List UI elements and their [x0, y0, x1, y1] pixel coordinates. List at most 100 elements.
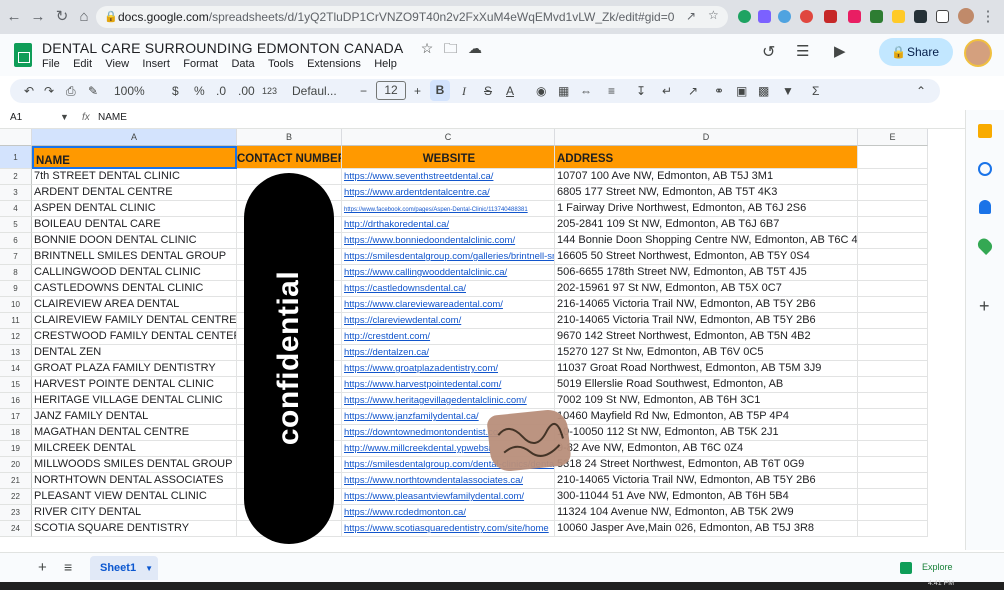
table-cell[interactable]: 11324 104 Avenue NW, Edmonton, AB T5K 2W… [555, 505, 858, 521]
meet-icon[interactable]: ▶ [834, 42, 846, 60]
empty-cell[interactable] [858, 265, 928, 281]
empty-cell[interactable] [858, 201, 928, 217]
website-link[interactable]: http://www.millcreekdental.ypwebsi [344, 443, 491, 454]
row-header[interactable]: 11 [0, 313, 32, 329]
column-header-c[interactable]: C [342, 129, 555, 146]
table-cell[interactable]: 7th STREET DENTAL CLINIC [32, 169, 237, 185]
column-header-e[interactable]: E [858, 129, 928, 146]
font-size-increase-icon[interactable]: + [414, 83, 421, 99]
table-cell[interactable]: 210-14065 Victoria Trail NW, Edmonton, A… [555, 313, 858, 329]
empty-cell[interactable] [858, 425, 928, 441]
align-icon[interactable]: ≡ [608, 83, 615, 99]
extension-icon[interactable] [892, 10, 905, 23]
menu-data[interactable]: Data [231, 58, 254, 70]
all-sheets-icon[interactable]: ≡ [64, 559, 72, 575]
sheet-tab-menu-icon[interactable]: ▼ [145, 564, 153, 573]
table-cell[interactable]: https://www.northtowndentalassociates.ca… [342, 473, 555, 489]
italic-icon[interactable]: I [462, 83, 466, 99]
table-cell[interactable]: 202-15961 97 St NW, Edmonton, AB T5X 0C7 [555, 281, 858, 297]
table-cell[interactable]: 10060 Jasper Ave,Main 026, Edmonton, AB … [555, 521, 858, 537]
extension-icon[interactable] [848, 10, 861, 23]
bookmark-star-icon[interactable]: ☆ [708, 8, 719, 22]
empty-cell[interactable] [858, 146, 928, 169]
sheet-tab[interactable]: Sheet1 ▼ [90, 556, 158, 580]
table-cell[interactable]: 1 Fairway Drive Northwest, Edmonton, AB … [555, 201, 858, 217]
row-header[interactable]: 21 [0, 473, 32, 489]
empty-cell[interactable] [858, 361, 928, 377]
address-bar[interactable]: 🔒 docs.google.com/spreadsheets/d/1yQ2Tlu… [96, 6, 728, 28]
empty-cell[interactable] [858, 329, 928, 345]
font-select[interactable]: Defaul... [292, 83, 337, 99]
table-cell[interactable]: CASTLEDOWNS DENTAL CLINIC [32, 281, 237, 297]
table-cell[interactable]: https://www.clareviewareadental.com/ [342, 297, 555, 313]
table-cell[interactable]: SCOTIA SQUARE DENTISTRY [32, 521, 237, 537]
more-icon[interactable]: ⋮ [980, 9, 996, 25]
add-addon-icon[interactable]: + [979, 296, 990, 317]
website-link[interactable]: http://crestdent.com/ [344, 331, 430, 342]
website-link[interactable]: https://www.janzfamilydental.ca/ [344, 411, 479, 422]
table-cell[interactable]: 5318 24 Street Northwest, Edmonton, AB T… [555, 457, 858, 473]
empty-cell[interactable] [858, 473, 928, 489]
table-cell[interactable]: 10-10050 112 St NW, Edmonton, AB T5K 2J1 [555, 425, 858, 441]
borders-icon[interactable]: ▦ [558, 83, 569, 99]
font-size-decrease-icon[interactable]: − [360, 83, 367, 99]
empty-cell[interactable] [858, 281, 928, 297]
table-cell[interactable]: https://clareviewdental.com/ [342, 313, 555, 329]
table-cell[interactable]: PLEASANT VIEW DENTAL CLINIC [32, 489, 237, 505]
website-link[interactable]: https://castledownsdental.ca/ [344, 283, 466, 294]
vertical-align-icon[interactable]: ↧ [636, 83, 646, 99]
empty-cell[interactable] [858, 457, 928, 473]
table-cell[interactable]: 210-14065 Victoria Trail NW, Edmonton, A… [555, 473, 858, 489]
functions-icon[interactable]: Σ [812, 83, 819, 99]
website-link[interactable]: https://www.ardentdentalcentre.ca/ [344, 187, 490, 198]
website-link[interactable]: https://www.clareviewareadental.com/ [344, 299, 503, 310]
table-cell[interactable]: 16605 50 Street Northwest, Edmonton, AB … [555, 249, 858, 265]
website-link[interactable]: https://www.northtowndentalassociates.ca… [344, 475, 523, 486]
row-header[interactable]: 2 [0, 169, 32, 185]
explore-button[interactable]: Explore [922, 562, 953, 572]
empty-cell[interactable] [858, 521, 928, 537]
row-header[interactable]: 8 [0, 265, 32, 281]
empty-cell[interactable] [858, 169, 928, 185]
table-cell[interactable]: BRINTNELL SMILES DENTAL GROUP [32, 249, 237, 265]
fill-color-icon[interactable]: ◉ [536, 83, 546, 99]
table-cell[interactable]: 7002 109 St NW, Edmonton, AB T6H 3C1 [555, 393, 858, 409]
table-cell[interactable]: https://www.seventhstreetdental.ca/ [342, 169, 555, 185]
table-cell[interactable]: BOILEAU DENTAL CARE [32, 217, 237, 233]
row-header[interactable]: 13 [0, 345, 32, 361]
name-box-dropdown-icon[interactable]: ▼ [60, 112, 69, 122]
currency-button[interactable]: $ [172, 83, 179, 99]
empty-cell[interactable] [858, 441, 928, 457]
website-link[interactable]: https://www.harvestpointedental.com/ [344, 379, 501, 390]
share-button[interactable]: 🔒 Share [879, 38, 953, 66]
reload-icon[interactable]: ↻ [54, 9, 70, 25]
header-cell-name[interactable]: NAME [32, 146, 237, 169]
empty-cell[interactable] [858, 249, 928, 265]
table-cell[interactable]: https://www.callingwooddentalclinic.ca/ [342, 265, 555, 281]
table-cell[interactable]: MILLWOODS SMILES DENTAL GROUP [32, 457, 237, 473]
text-rotate-icon[interactable]: ↗ [688, 83, 698, 99]
column-header-a[interactable]: A [32, 129, 237, 146]
empty-cell[interactable] [858, 185, 928, 201]
paint-format-icon[interactable]: ✎ [88, 83, 98, 99]
table-cell[interactable]: 11037 Groat Road Northwest, Edmonton, AB… [555, 361, 858, 377]
tasks-icon[interactable] [978, 162, 992, 176]
table-cell[interactable]: https://dentalzen.ca/ [342, 345, 555, 361]
header-cell-contact[interactable]: CONTACT NUMBER [237, 146, 342, 169]
table-cell[interactable]: 9-82 Ave NW, Edmonton, AB T6C 0Z4 [555, 441, 858, 457]
website-link[interactable]: https://www.callingwooddentalclinic.ca/ [344, 267, 507, 278]
empty-cell[interactable] [858, 313, 928, 329]
row-header[interactable]: 12 [0, 329, 32, 345]
row-header[interactable]: 1 [0, 146, 32, 169]
table-cell[interactable]: RIVER CITY DENTAL [32, 505, 237, 521]
text-wrap-icon[interactable]: ↵ [662, 83, 672, 99]
profile-avatar[interactable] [958, 8, 974, 24]
row-header[interactable]: 23 [0, 505, 32, 521]
account-avatar[interactable] [964, 39, 992, 67]
table-cell[interactable]: ARDENT DENTAL CENTRE [32, 185, 237, 201]
column-header-d[interactable]: D [555, 129, 858, 146]
website-link[interactable]: https://www.bonniedoondentalclinic.com/ [344, 235, 515, 246]
table-cell[interactable]: 10707 100 Ave NW, Edmonton, AB T5J 3M1 [555, 169, 858, 185]
table-cell[interactable]: https://www.ardentdentalcentre.ca/ [342, 185, 555, 201]
menu-tools[interactable]: Tools [268, 58, 294, 70]
